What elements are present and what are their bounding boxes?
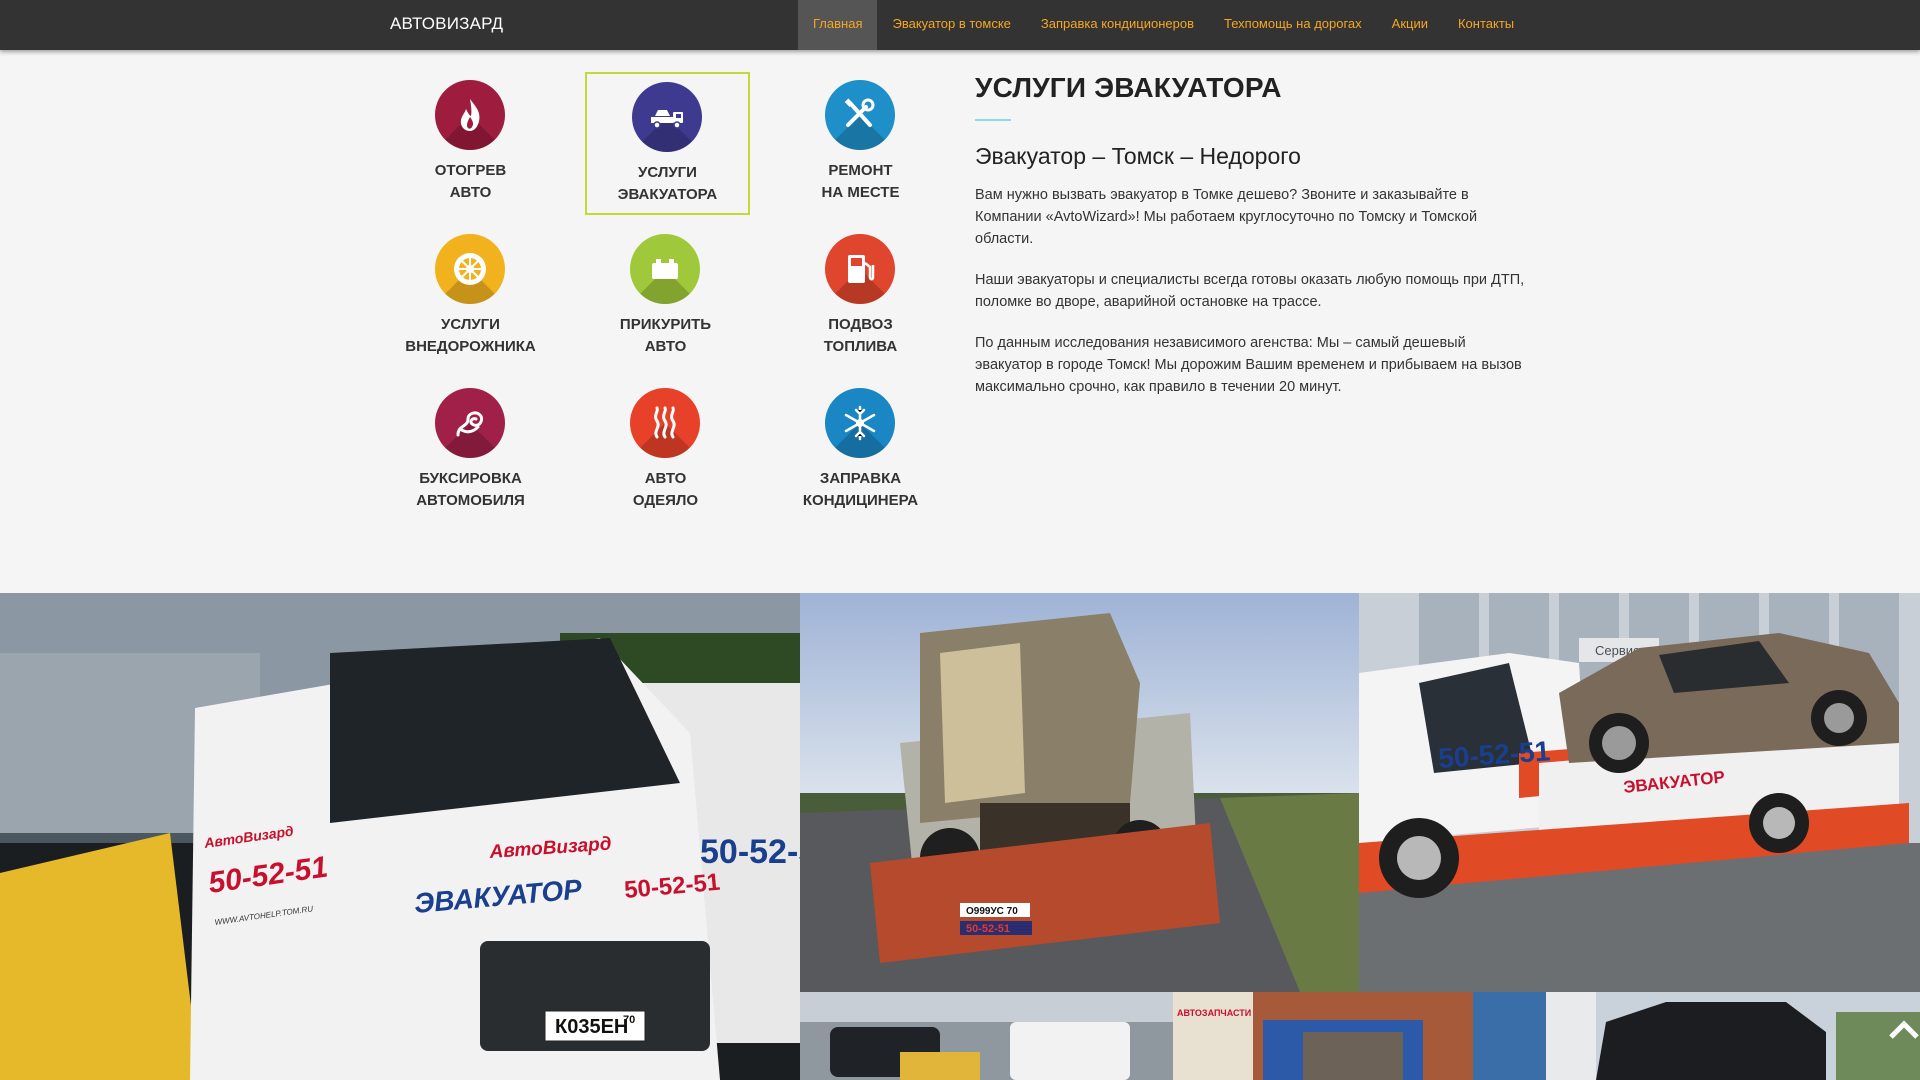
photo2-phone: 50-52-51 [966,923,1010,935]
service-towing[interactable]: БУКСИРОВКА АВТОМОБИЛЯ [388,378,553,521]
service-engine-blanket[interactable]: АВТО ОДЕЯЛО [583,378,748,521]
service-tow-truck[interactable]: УСЛУГИ ЭВАКУАТОРА [585,72,750,215]
paragraph-2: Наши эвакуаторы и специалисты всегда гот… [975,272,1525,310]
photo1-plate: К035ЕН [555,1016,628,1038]
nav-road-help[interactable]: Техпомощь на дорогах [1209,0,1377,50]
tow-rope-icon [435,388,505,458]
gallery-photo-loaded-truck[interactable]: О999УС 70 50-52-51 [800,593,1359,992]
service-offroad[interactable]: УСЛУГИ ВНЕДОРОЖНИКА [388,224,553,367]
fuel-icon [825,234,895,304]
title-underline [975,119,1011,121]
flame-icon [435,80,505,150]
paragraph-3: По данным исследования независимого аген… [975,335,1522,395]
service-onsite-repair[interactable]: РЕМОНТ НА МЕСТЕ [778,70,943,213]
service-ac-refill[interactable]: ЗАПРАВКА КОНДИЦИНЕРА [778,378,943,521]
top-navbar: АВТОВИЗАРД Главная Эвакуатор в томске За… [0,0,1920,50]
gallery-photo-6[interactable] [1546,992,1920,1080]
gallery-photo-4[interactable] [800,992,1173,1080]
snowflake-icon [825,388,895,458]
service-jump-start[interactable]: ПРИКУРИТЬ АВТО [583,224,748,367]
page-title: УСЛУГИ ЭВАКУАТОРА [975,72,1282,103]
tools-icon [825,80,895,150]
nav-contacts[interactable]: Контакты [1443,0,1529,50]
svg-text:70: 70 [623,1014,635,1026]
tow-truck-icon [632,82,702,152]
nav-home[interactable]: Главная [798,0,878,50]
service-fuel-delivery[interactable]: ПОДВОЗ ТОПЛИВА [778,224,943,367]
wheel-icon [435,234,505,304]
photo5-sign: АВТОЗАПЧАСТИ [1177,1008,1251,1018]
main-content: УСЛУГИ ЭВАКУАТОРА Эвакуатор – Томск – Не… [975,72,1535,398]
photo-gallery: К035ЕН 70 АвтоВизард 50-52-51 WWW.AVTOHE… [0,593,1920,1080]
nav-evacuator[interactable]: Эвакуатор в томске [877,0,1025,50]
gallery-photo-5[interactable]: АВТОЗАПЧАСТИ [1173,992,1546,1080]
nav-promotions[interactable]: Акции [1377,0,1443,50]
service-car-heating[interactable]: ОТОГРЕВ АВТО [388,70,553,213]
photo1-phone-side: 50-52-51 [700,833,800,871]
gallery-photo-tow-truck-front[interactable]: К035ЕН 70 АвтоВизард 50-52-51 WWW.AVTOHE… [0,593,800,1080]
photo2-plate: О999УС 70 [966,906,1018,917]
main-nav: Главная Эвакуатор в томске Заправка конд… [798,0,1529,50]
brand-logo[interactable]: АВТОВИЗАРД [390,14,503,34]
heat-icon [630,388,700,458]
gallery-photo-flatbed-suv[interactable]: Сервис 50-52-51 ЭВАКУАТОР [1359,593,1920,992]
paragraph-1: Вам нужно вызвать эвакуатор в Томке деше… [975,187,1478,247]
nav-ac-refill[interactable]: Заправка кондиционеров [1026,0,1209,50]
battery-icon [630,234,700,304]
page-subtitle: Эвакуатор – Томск – Недорого [975,143,1301,169]
